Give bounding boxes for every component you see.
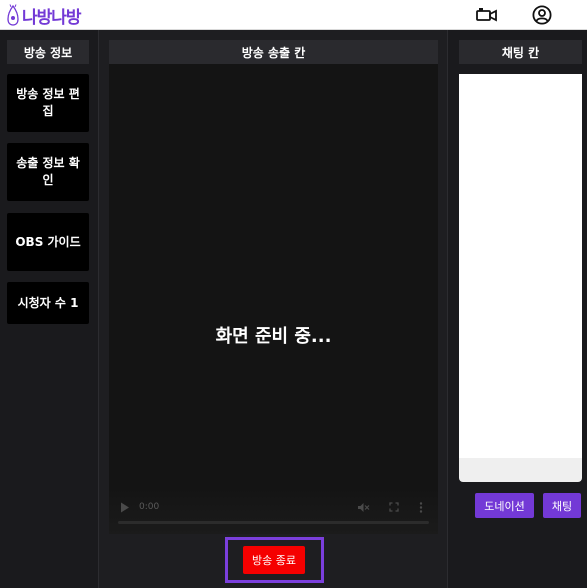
video-time: 0:00 [139,502,160,512]
stream-header: 방송 송출 칸 [109,40,438,64]
sidebar-header: 방송 정보 [7,40,89,64]
chat-messages[interactable] [459,74,582,458]
play-icon[interactable] [120,502,130,513]
more-options-icon[interactable] [419,502,423,513]
moth-logo-icon [7,4,19,26]
video-player[interactable]: 화면 준비 중... 0:00 [109,64,438,534]
chat-input[interactable] [459,458,582,482]
end-broadcast-button[interactable]: 방송 종료 [243,546,305,574]
chat-panel: 채팅 칸 도네이션 채팅 [447,30,587,588]
video-controls: 0:00 [109,488,438,534]
logo-text: 나방나방 [22,7,82,28]
mute-icon[interactable] [357,502,370,513]
send-chat-button[interactable]: 채팅 [543,493,581,518]
viewer-count: 시청자 수 1 [7,282,89,324]
stream-panel: 방송 송출 칸 화면 준비 중... 0:00 방송 종료 [100,30,447,588]
video-progress-bar[interactable] [118,521,429,524]
sidebar: 방송 정보 방송 정보 편집 송출 정보 확인 OBS 가이드 시청자 수 1 [0,30,99,588]
obs-guide-button[interactable]: OBS 가이드 [7,213,89,271]
video-camera-icon[interactable] [476,7,498,23]
top-bar: 나방나방 [0,0,587,30]
check-stream-info-button[interactable]: 송출 정보 확인 [7,143,89,201]
edit-broadcast-info-button[interactable]: 방송 정보 편집 [7,74,89,132]
donation-button[interactable]: 도네이션 [475,493,534,518]
screen-preparing-text: 화면 준비 중... [215,326,332,347]
logo[interactable]: 나방나방 [5,3,82,28]
fullscreen-icon[interactable] [389,502,399,512]
chat-header: 채팅 칸 [459,40,582,64]
user-profile-icon[interactable] [532,5,552,25]
end-broadcast-highlight: 방송 종료 [225,537,324,583]
